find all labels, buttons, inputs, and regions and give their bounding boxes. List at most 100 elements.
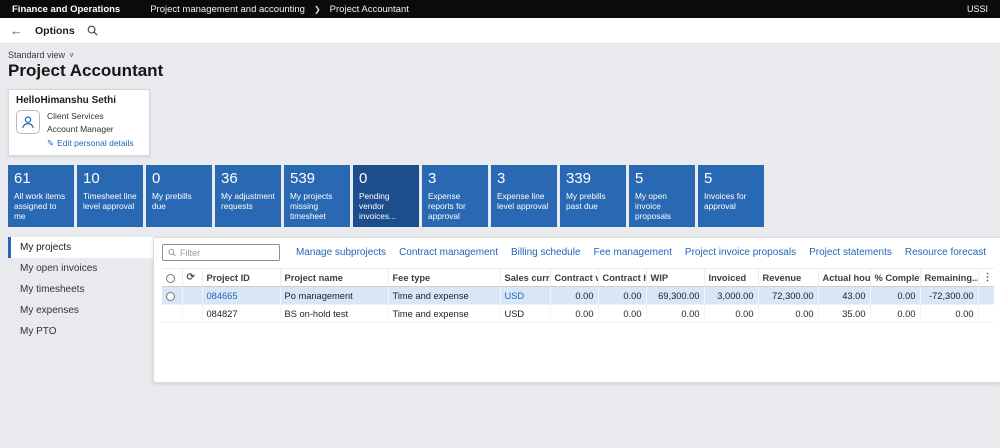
column-header-project_name[interactable]: Project name xyxy=(280,268,389,288)
tile[interactable]: 539 My projects missing timesheet xyxy=(284,165,350,228)
tile-label: Expense reports for approval xyxy=(428,190,466,221)
sales_currency-link[interactable]: USD xyxy=(505,291,525,301)
column-header-project_id[interactable]: Project ID xyxy=(202,268,281,288)
side-tabs: My projects My open invoices My timesheets… xyxy=(8,237,153,342)
side-tab-my-expenses[interactable]: My expenses xyxy=(8,300,153,321)
cell-project_id: 084827 xyxy=(202,304,281,324)
project_id-link[interactable]: 084665 xyxy=(207,291,238,301)
column-header-fee_type[interactable]: Fee type xyxy=(388,268,501,288)
action-link[interactable]: Billing schedule xyxy=(511,247,581,258)
search-icon xyxy=(168,249,176,257)
tile[interactable]: 5 My open invoice proposals xyxy=(629,165,695,228)
action-link[interactable]: Project statements xyxy=(809,247,892,258)
cell-more xyxy=(978,304,994,324)
refresh-header[interactable]: ⟳ xyxy=(182,268,203,288)
column-header-actual_hours[interactable]: Actual hours xyxy=(818,268,871,288)
tile[interactable]: 3 Expense reports for approval xyxy=(422,165,488,228)
back-button[interactable]: ← xyxy=(10,24,23,37)
tile-count: 5 xyxy=(635,170,644,188)
cell-revenue: 0.00 xyxy=(758,304,819,324)
column-header-invoiced[interactable]: Invoiced xyxy=(704,268,759,288)
refresh-icon[interactable]: ⟳ xyxy=(187,272,195,283)
tile-label: All work items assigned to me xyxy=(14,190,66,221)
cell-more xyxy=(978,286,994,306)
more-options-icon[interactable]: ⋮ xyxy=(983,272,993,283)
more-options-header[interactable]: ⋮ xyxy=(978,268,994,288)
tile-label: My projects missing timesheet xyxy=(290,190,333,221)
cell-project_name: Po management xyxy=(280,286,389,306)
side-tab-my-open-invoices[interactable]: My open invoices xyxy=(8,258,153,279)
edit-personal-details-link[interactable]: ✎ Edit personal details xyxy=(47,137,134,150)
cell-pct_complete: 0.00 xyxy=(870,304,921,324)
chevron-down-icon: ∨ xyxy=(69,52,75,59)
tile-count: 36 xyxy=(221,170,238,188)
app-name[interactable]: Finance and Operations xyxy=(12,4,120,15)
view-selector-label: Standard view xyxy=(8,50,66,60)
cell-refresh xyxy=(182,304,203,324)
tile[interactable]: 36 My adjustment requests xyxy=(215,165,281,228)
action-links: Manage subprojects Contract management Bil… xyxy=(296,247,986,258)
column-header-sales_currency[interactable]: Sales curre... xyxy=(500,268,551,288)
filter-box xyxy=(162,244,280,262)
cell-fee_type: Time and expense xyxy=(388,286,501,306)
search-button[interactable] xyxy=(87,25,98,36)
action-link[interactable]: Fee management xyxy=(594,247,672,258)
filter-input[interactable] xyxy=(179,247,274,258)
row-radio[interactable] xyxy=(166,291,175,301)
tile-count: 539 xyxy=(290,170,316,188)
table-row[interactable]: 084665 Po management Time and expense USD 0.… xyxy=(162,286,994,306)
tile-label: Timesheet line level approval xyxy=(83,190,137,211)
cell-contract_hours: 0.00 xyxy=(598,304,647,324)
column-header-wip[interactable]: WIP xyxy=(646,268,705,288)
column-header-contract_value[interactable]: Contract v... xyxy=(550,268,599,288)
tile[interactable]: 5 Invoices for approval xyxy=(698,165,764,228)
action-link[interactable]: Project invoice proposals xyxy=(685,247,796,258)
tile[interactable]: 339 My prebills past due xyxy=(560,165,626,228)
action-link[interactable]: Resource forecast xyxy=(905,247,986,258)
cell-revenue: 72,300.00 xyxy=(758,286,819,306)
tile[interactable]: 10 Timesheet line level approval xyxy=(77,165,143,228)
side-tab-my-timesheets[interactable]: My timesheets xyxy=(8,279,153,300)
tile-count: 339 xyxy=(566,170,592,188)
select-all-header[interactable] xyxy=(162,268,183,288)
cell-actual_hours: 43.00 xyxy=(818,286,871,306)
side-tab-my-pto[interactable]: My PTO xyxy=(8,321,153,342)
tile-count: 0 xyxy=(152,170,161,188)
workspace-body: My projects My open invoices My timesheets… xyxy=(8,237,1000,384)
side-tab-my-projects[interactable]: My projects xyxy=(8,237,153,259)
column-header-pct_complete[interactable]: % Complet... xyxy=(870,268,921,288)
action-link[interactable]: Manage subprojects xyxy=(296,247,386,258)
tile-count: 3 xyxy=(428,170,437,188)
cell-actual_hours: 35.00 xyxy=(818,304,871,324)
tile-label: My prebills due xyxy=(152,190,192,211)
company-selector[interactable]: USSI xyxy=(967,4,988,14)
select-all-radio[interactable] xyxy=(166,273,175,283)
tile-label: My adjustment requests xyxy=(221,190,275,211)
tile-label: My open invoice proposals xyxy=(635,190,671,221)
tile[interactable]: 61 All work items assigned to me xyxy=(8,165,74,228)
tile[interactable]: 3 Expense line level approval xyxy=(491,165,557,228)
cell-sales_currency: USD xyxy=(500,304,551,324)
profile-department: Client Services xyxy=(47,111,104,121)
table-row[interactable]: 084827 BS on-hold test Time and expense USD… xyxy=(162,304,994,324)
cell-invoiced: 3,000.00 xyxy=(704,286,759,306)
cell-refresh xyxy=(182,286,203,306)
tile[interactable]: 0 Pending vendor invoices... xyxy=(353,165,419,228)
avatar xyxy=(16,110,40,134)
profile-role: Account Manager xyxy=(47,123,114,134)
action-link[interactable]: Contract management xyxy=(399,247,498,258)
options-tab[interactable]: Options xyxy=(35,25,75,37)
breadcrumb-item[interactable]: Project management and accounting xyxy=(150,4,305,15)
cell-pct_complete: 0.00 xyxy=(870,286,921,306)
column-header-remaining[interactable]: Remaining... xyxy=(920,268,979,288)
profile-greeting: HelloHimanshu Sethi xyxy=(16,95,117,106)
tile[interactable]: 0 My prebills due xyxy=(146,165,212,228)
column-header-contract_hours[interactable]: Contract h... xyxy=(598,268,647,288)
breadcrumb-item[interactable]: Project Accountant xyxy=(330,4,409,15)
column-header-revenue[interactable]: Revenue xyxy=(758,268,819,288)
tile-count: 5 xyxy=(704,170,713,188)
view-selector[interactable]: Standard view ∨ xyxy=(8,50,74,60)
cell-remaining: -72,300.00 xyxy=(920,286,979,306)
action-pane: ← Options xyxy=(0,18,1000,44)
cell-contract_value: 0.00 xyxy=(550,286,599,306)
